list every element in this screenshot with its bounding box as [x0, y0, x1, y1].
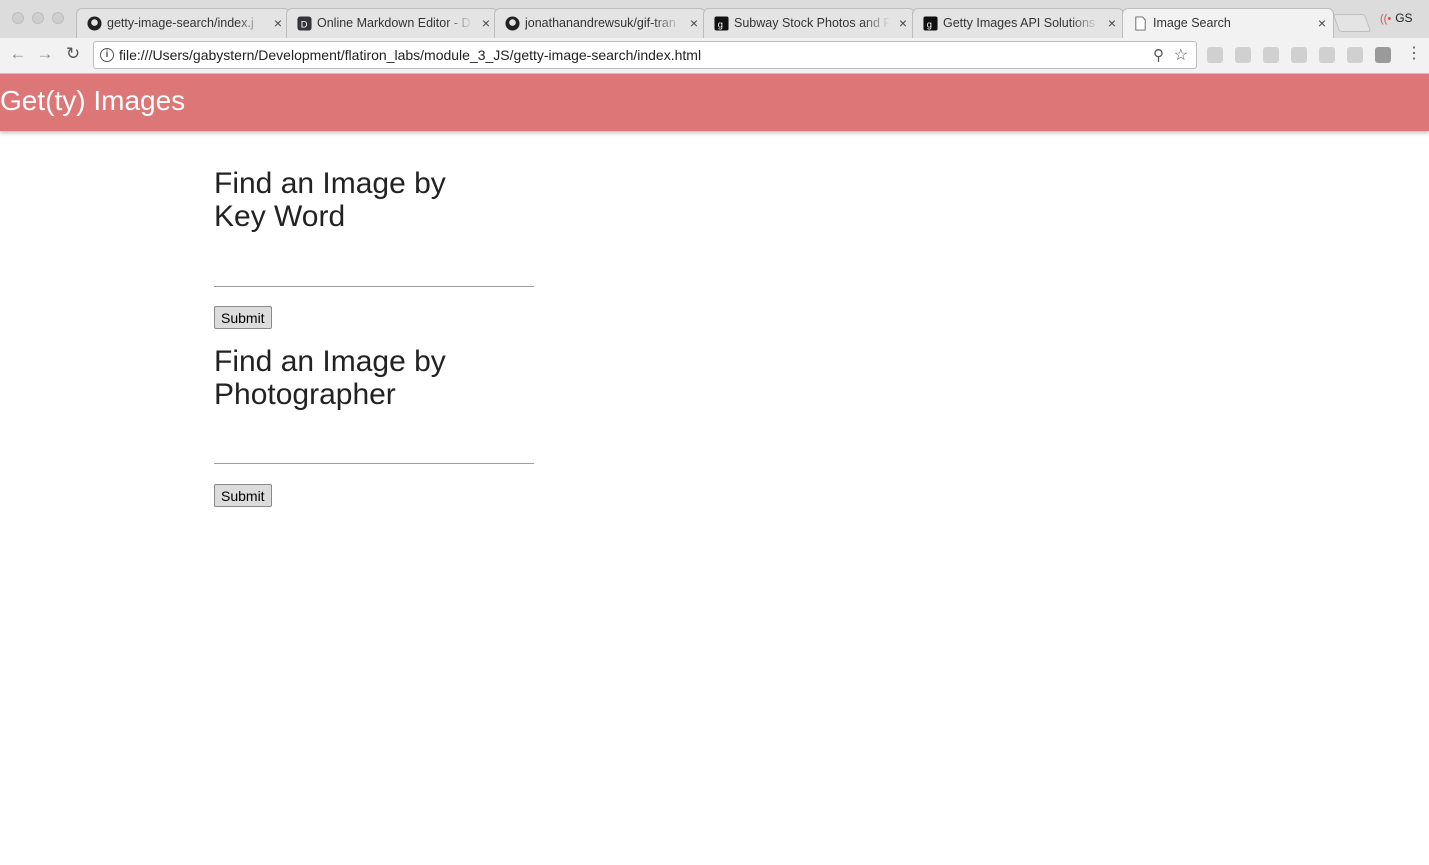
keyword-search-form: Find an Image by Key Word Submit — [214, 167, 534, 329]
close-tab-icon[interactable]: × — [1318, 9, 1326, 38]
zoom-icon[interactable]: ⚲ — [1153, 46, 1164, 64]
dillinger-icon: D — [297, 16, 312, 31]
document-icon — [1135, 16, 1146, 31]
browser-chrome: getty-image-search/index.j × D Online Ma… — [0, 0, 1429, 74]
tab-title: Getty Images API Solutions — [943, 16, 1096, 30]
profile-icon: ((• — [1380, 13, 1392, 25]
browser-tab-active[interactable]: Image Search × — [1122, 8, 1334, 38]
reload-icon[interactable]: ↻ — [63, 44, 83, 64]
forward-icon[interactable]: → — [35, 44, 55, 64]
keyword-input[interactable] — [214, 261, 534, 287]
photographer-input[interactable] — [214, 438, 534, 464]
close-tab-icon[interactable]: × — [274, 9, 282, 38]
tab-title: getty-image-search/index.j — [107, 16, 254, 30]
address-bar[interactable]: i file:///Users/gabystern/Development/fl… — [93, 41, 1197, 69]
new-tab-button[interactable] — [1332, 14, 1372, 32]
extension-icon[interactable] — [1207, 47, 1223, 63]
extension-icon[interactable] — [1319, 47, 1335, 63]
browser-menu-icon[interactable]: ⋮ — [1406, 44, 1422, 64]
tab-title: Subway Stock Photos and P — [734, 16, 890, 30]
photographer-search-heading: Find an Image by Photographer — [214, 345, 446, 411]
close-window-button[interactable] — [12, 12, 24, 24]
profile-button[interactable]: ((• GS — [1380, 11, 1413, 25]
photographer-submit-button[interactable]: Submit — [214, 484, 272, 507]
app-title: Get(ty) Images — [0, 85, 186, 116]
browser-tab[interactable]: g Subway Stock Photos and P × — [703, 8, 915, 38]
extension-icon[interactable] — [1347, 47, 1363, 63]
getty-icon: g — [714, 16, 729, 31]
close-tab-icon[interactable]: × — [482, 9, 490, 38]
extension-icon[interactable] — [1375, 47, 1391, 63]
app-header: Get(ty) Images — [0, 74, 1429, 131]
extension-icon[interactable] — [1291, 47, 1307, 63]
tab-title: jonathanandrewsuk/gif-tran — [525, 16, 676, 30]
getty-icon: g — [923, 16, 938, 31]
close-tab-icon[interactable]: × — [1108, 9, 1116, 38]
keyword-submit-button[interactable]: Submit — [214, 306, 272, 329]
zoom-window-button[interactable] — [52, 12, 64, 24]
close-tab-icon[interactable]: × — [899, 9, 907, 38]
svg-text:g: g — [718, 19, 723, 29]
profile-label: GS — [1395, 11, 1413, 25]
github-icon — [505, 16, 520, 31]
url-text[interactable]: file:///Users/gabystern/Development/flat… — [119, 47, 701, 63]
browser-tab[interactable]: D Online Markdown Editor - D × — [286, 8, 498, 38]
bookmark-star-icon[interactable]: ☆ — [1174, 45, 1188, 65]
svg-text:g: g — [927, 19, 932, 29]
svg-text:D: D — [301, 19, 308, 29]
browser-tab[interactable]: getty-image-search/index.j × — [76, 8, 290, 38]
github-icon — [87, 16, 102, 31]
browser-tab[interactable]: jonathanandrewsuk/gif-tran × — [494, 8, 706, 38]
tab-title: Image Search — [1153, 16, 1231, 30]
keyword-search-heading: Find an Image by Key Word — [214, 167, 446, 233]
extension-icon[interactable] — [1235, 47, 1251, 63]
close-tab-icon[interactable]: × — [690, 9, 698, 38]
back-icon[interactable]: ← — [8, 44, 28, 64]
tab-strip: getty-image-search/index.j × D Online Ma… — [0, 0, 1429, 38]
tab-title: Online Markdown Editor - D — [317, 16, 471, 30]
photographer-search-form: Find an Image by Photographer Submit — [214, 345, 534, 507]
info-icon[interactable]: i — [100, 48, 114, 62]
cast-icon[interactable] — [1263, 47, 1279, 63]
browser-tab[interactable]: g Getty Images API Solutions × — [912, 8, 1124, 38]
minimize-window-button[interactable] — [32, 12, 44, 24]
